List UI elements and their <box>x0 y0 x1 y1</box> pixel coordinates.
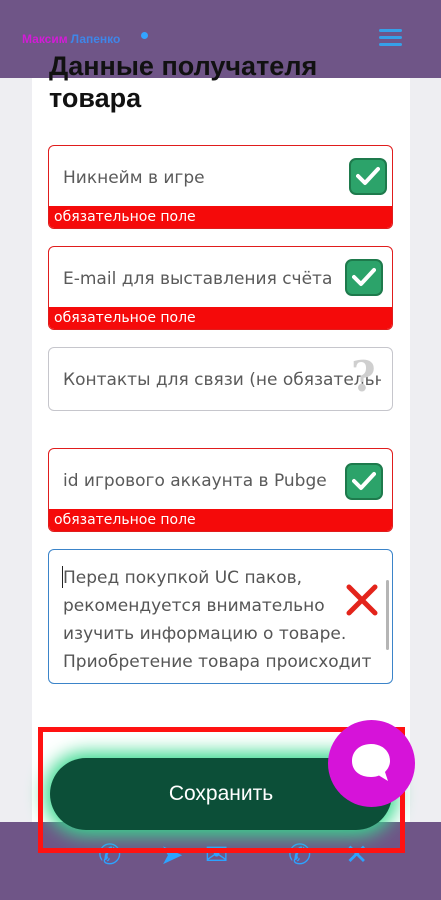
cross-icon <box>346 584 378 616</box>
game-id-placeholder: id игрового аккаунта в Pubge <box>63 471 327 491</box>
required-error-label: обязательное поле <box>49 307 392 329</box>
contacts-placeholder: Контакты для связи (не обязательно) <box>63 370 381 390</box>
required-error-label: обязательное поле <box>49 509 392 531</box>
contacts-field[interactable]: Контакты для связи (не обязательно) ? <box>48 347 393 411</box>
logo-first-name: Максим <box>22 32 68 46</box>
logo-dot-icon <box>141 32 148 39</box>
checkmark-icon <box>345 259 383 296</box>
text-caret <box>62 566 63 588</box>
question-mark-icon: ? <box>351 352 376 401</box>
page-title: Данные получателя товара <box>49 51 318 113</box>
email-field[interactable]: E-mail для выставления счёта обязательно… <box>48 246 393 330</box>
chat-button[interactable] <box>328 720 415 807</box>
textarea-scrollbar[interactable] <box>386 580 389 650</box>
chat-bubble-icon <box>352 744 390 781</box>
info-textarea-text: Перед покупкой UC паков, рекомендуется в… <box>63 568 372 672</box>
checkmark-icon <box>345 463 383 500</box>
checkmark-icon <box>349 158 387 195</box>
hamburger-menu-icon[interactable] <box>379 29 402 47</box>
logo-last-name: Лапенко <box>70 32 121 46</box>
info-textarea[interactable]: Перед покупкой UC паков, рекомендуется в… <box>48 549 393 684</box>
nickname-placeholder: Никнейм в игре <box>63 168 205 188</box>
page-gutter-left <box>0 78 32 823</box>
site-logo[interactable]: Максим Лапенко <box>22 32 120 46</box>
required-error-label: обязательное поле <box>49 206 392 228</box>
game-id-field[interactable]: id игрового аккаунта в Pubge обязательно… <box>48 448 393 532</box>
email-placeholder: E-mail для выставления счёта <box>63 269 333 289</box>
nickname-field[interactable]: Никнейм в игре обязательное поле <box>48 145 393 229</box>
page-gutter-right <box>410 78 441 823</box>
